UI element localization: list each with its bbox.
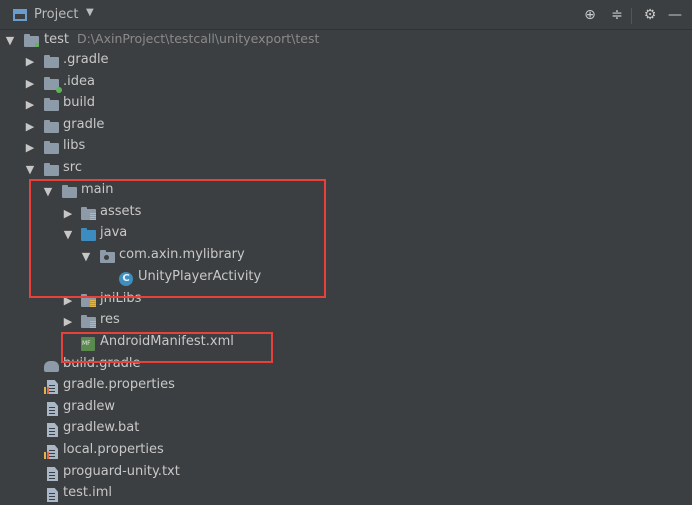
tree-node-label: com.axin.mylibrary xyxy=(119,247,245,262)
collapsed-arrow-icon[interactable]: ▶ xyxy=(62,207,74,220)
collapsed-arrow-icon[interactable]: ▶ xyxy=(24,98,36,111)
tree-node-label: AndroidManifest.xml xyxy=(100,334,234,349)
tree-node-label: test.iml xyxy=(63,485,112,500)
root-path: D:\AxinProject\testcall\unityexport\test xyxy=(76,31,320,46)
folder-icon xyxy=(62,185,77,198)
properties-bars-icon xyxy=(44,387,50,394)
manifest-file-icon xyxy=(81,337,95,351)
settings-gear-icon[interactable]: ⚙ xyxy=(641,6,659,24)
locate-icon[interactable]: ⊕ xyxy=(581,6,599,24)
root-label: test xyxy=(44,32,69,47)
tree-node-label: res xyxy=(100,312,120,327)
text-file-icon xyxy=(47,488,58,502)
tree-node-label: proguard-unity.txt xyxy=(63,464,180,479)
project-view-icon[interactable] xyxy=(13,9,27,21)
expanded-arrow-icon[interactable]: ▼ xyxy=(24,163,36,176)
tree-node-label: java xyxy=(100,225,128,240)
resource-folder-icon xyxy=(81,294,96,307)
tree-node-label: gradlew.bat xyxy=(63,420,140,435)
tree-node-label: jniLibs xyxy=(100,291,142,306)
tree-node-label: UnityPlayerActivity xyxy=(138,269,262,284)
tree-node-label: assets xyxy=(100,204,142,219)
folder-icon xyxy=(44,163,59,176)
expanded-arrow-icon[interactable]: ▼ xyxy=(42,185,54,198)
collapsed-arrow-icon[interactable]: ▶ xyxy=(24,55,36,68)
hide-panel-icon[interactable]: — xyxy=(666,6,684,24)
properties-bars-icon xyxy=(44,452,50,459)
toolbar-divider xyxy=(631,8,632,24)
text-file-icon xyxy=(47,467,58,481)
collapsed-arrow-icon[interactable]: ▶ xyxy=(24,120,36,133)
tree-node-label: gradle.properties xyxy=(63,377,175,392)
folder-icon xyxy=(44,77,62,93)
folder-icon xyxy=(44,120,59,133)
tree-node-label: build.gradle xyxy=(63,356,141,371)
collapse-all-icon[interactable]: ≑ xyxy=(608,6,626,24)
resource-folder-icon xyxy=(81,315,96,328)
tree-node-label: gradlew xyxy=(63,399,116,414)
collapsed-arrow-icon[interactable]: ▶ xyxy=(62,294,74,307)
tree-node-label: .gradle xyxy=(63,52,109,67)
folder-icon xyxy=(44,98,59,111)
tree-node-label: build xyxy=(63,95,95,110)
collapsed-arrow-icon[interactable]: ▶ xyxy=(24,77,36,90)
dropdown-caret-icon[interactable]: ▼ xyxy=(86,7,94,18)
folder-icon xyxy=(44,55,59,68)
text-file-icon xyxy=(47,423,58,437)
tree-node-label: .idea xyxy=(63,74,95,89)
expanded-arrow-icon[interactable]: ▼ xyxy=(80,250,92,263)
tree-node-label: gradle xyxy=(63,117,105,132)
tree-node-label: local.properties xyxy=(63,442,164,457)
collapsed-arrow-icon[interactable]: ▶ xyxy=(62,315,74,328)
text-file-icon xyxy=(47,402,58,416)
expanded-arrow-icon[interactable]: ▼ xyxy=(4,34,16,47)
package-icon xyxy=(100,250,115,263)
resource-folder-icon xyxy=(81,207,96,220)
gradle-elephant-icon xyxy=(44,361,59,372)
collapsed-arrow-icon[interactable]: ▶ xyxy=(24,141,36,154)
tree-node-label: src xyxy=(63,160,82,175)
java-class-icon: C xyxy=(119,272,133,286)
folder-icon xyxy=(44,141,59,154)
expanded-arrow-icon[interactable]: ▼ xyxy=(62,228,74,241)
tree-node-label: libs xyxy=(63,138,86,153)
module-folder-icon xyxy=(24,34,39,47)
tree-node-label: main xyxy=(81,182,114,197)
project-toolwindow-header: Project ▼ ⊕ ≑ ⚙ — xyxy=(0,0,692,30)
source-folder-icon xyxy=(81,228,96,241)
project-view-selector[interactable]: Project xyxy=(34,7,78,22)
